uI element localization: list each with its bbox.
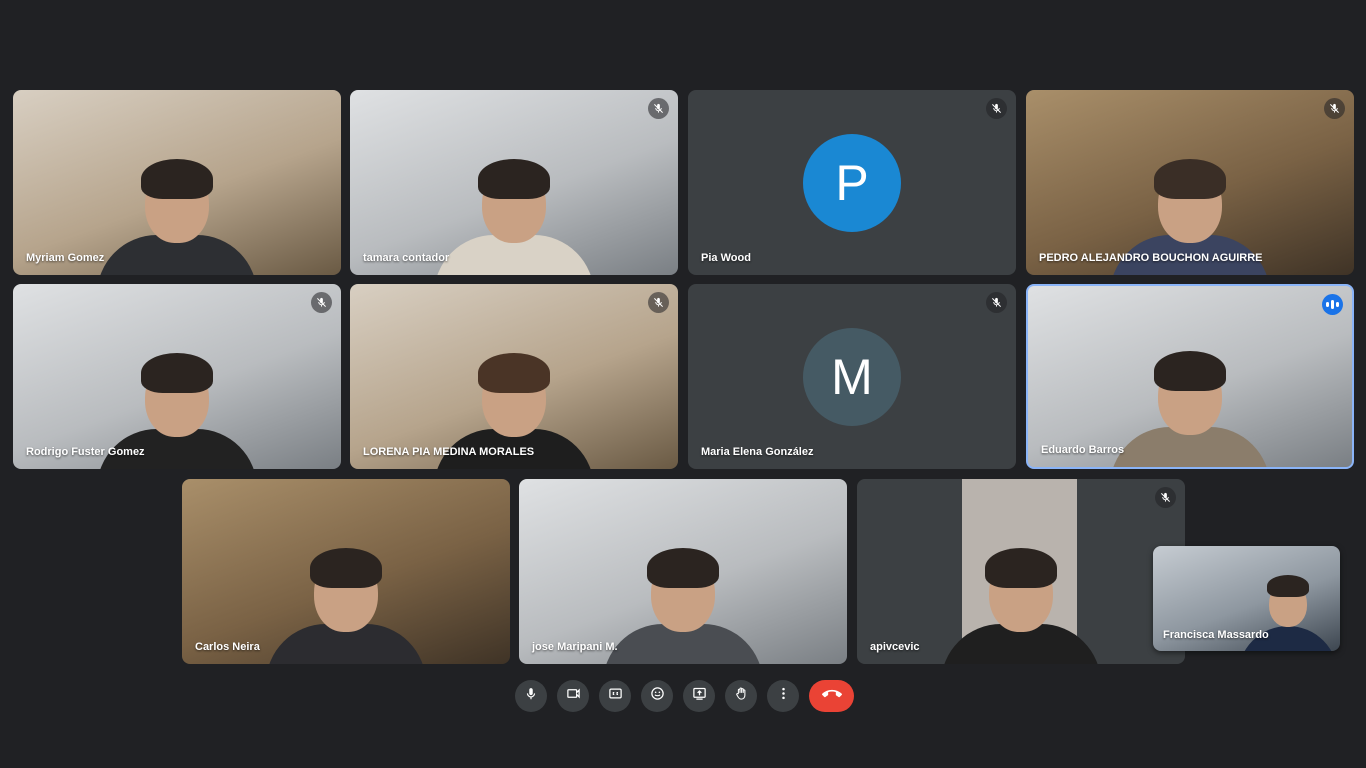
participant-tile[interactable]: Carlos Neira	[182, 479, 510, 664]
participant-name: jose Maripani M.	[532, 641, 618, 653]
participant-name: Maria Elena González	[701, 446, 814, 458]
camera-icon	[566, 686, 581, 706]
participant-name: PEDRO ALEJANDRO BOUCHON AGUIRRE	[1039, 252, 1263, 264]
camera-button[interactable]	[557, 680, 589, 712]
participant-video	[266, 548, 426, 664]
participant-tile[interactable]: P Pia Wood	[688, 90, 1016, 275]
participant-tile[interactable]: apivcevic	[857, 479, 1185, 664]
participant-name: Eduardo Barros	[1041, 444, 1125, 456]
raise-hand-icon	[734, 686, 749, 706]
mic-off-icon	[311, 292, 332, 313]
mic-off-icon	[1324, 98, 1345, 119]
participant-name: LORENA PIA MEDINA MORALES	[363, 446, 535, 458]
end-call-icon	[821, 684, 842, 709]
participant-name: tamara contador	[363, 252, 450, 264]
present-icon	[692, 686, 707, 706]
participant-tile[interactable]: Myriam Gomez	[13, 90, 341, 275]
participant-name: apivcevic	[870, 641, 920, 653]
raise-hand-button[interactable]	[725, 680, 757, 712]
speaking-indicator-icon	[1322, 294, 1343, 315]
captions-icon	[608, 686, 623, 706]
participant-tile[interactable]: jose Maripani M.	[519, 479, 847, 664]
self-name: Francisca Massardo	[1163, 629, 1269, 641]
participant-tile[interactable]: LORENA PIA MEDINA MORALES	[350, 284, 678, 469]
more-options-button[interactable]	[767, 680, 799, 712]
participant-name: Rodrigo Fuster Gomez	[26, 446, 145, 458]
participant-video	[941, 548, 1101, 664]
mic-off-icon	[986, 98, 1007, 119]
present-button[interactable]	[683, 680, 715, 712]
mic-off-icon	[648, 292, 669, 313]
emoji-button[interactable]	[641, 680, 673, 712]
participant-name: Carlos Neira	[195, 641, 260, 653]
call-controls-toolbar	[515, 680, 854, 712]
end-call-button[interactable]	[809, 680, 854, 712]
participant-tile[interactable]: Rodrigo Fuster Gomez	[13, 284, 341, 469]
participant-video	[603, 548, 763, 664]
captions-button[interactable]	[599, 680, 631, 712]
mic-icon	[524, 687, 538, 706]
participant-tile-active-speaker[interactable]: Eduardo Barros	[1026, 284, 1354, 469]
self-view-tile[interactable]: Francisca Massardo	[1153, 546, 1340, 651]
participant-video	[1110, 351, 1270, 467]
mic-off-icon	[1155, 487, 1176, 508]
mic-off-icon	[648, 98, 669, 119]
participant-name: Pia Wood	[701, 252, 751, 264]
participant-tile[interactable]: PEDRO ALEJANDRO BOUCHON AGUIRRE	[1026, 90, 1354, 275]
emoji-icon	[650, 686, 665, 706]
participant-video	[97, 159, 257, 275]
participant-tile[interactable]: M Maria Elena González	[688, 284, 1016, 469]
participant-name: Myriam Gomez	[26, 252, 105, 264]
avatar: M	[803, 327, 901, 426]
mic-button[interactable]	[515, 680, 547, 712]
more-options-icon	[776, 686, 791, 706]
mic-off-icon	[986, 292, 1007, 313]
participant-video	[434, 159, 594, 275]
participant-tile[interactable]: tamara contador	[350, 90, 678, 275]
avatar: P	[803, 133, 901, 232]
